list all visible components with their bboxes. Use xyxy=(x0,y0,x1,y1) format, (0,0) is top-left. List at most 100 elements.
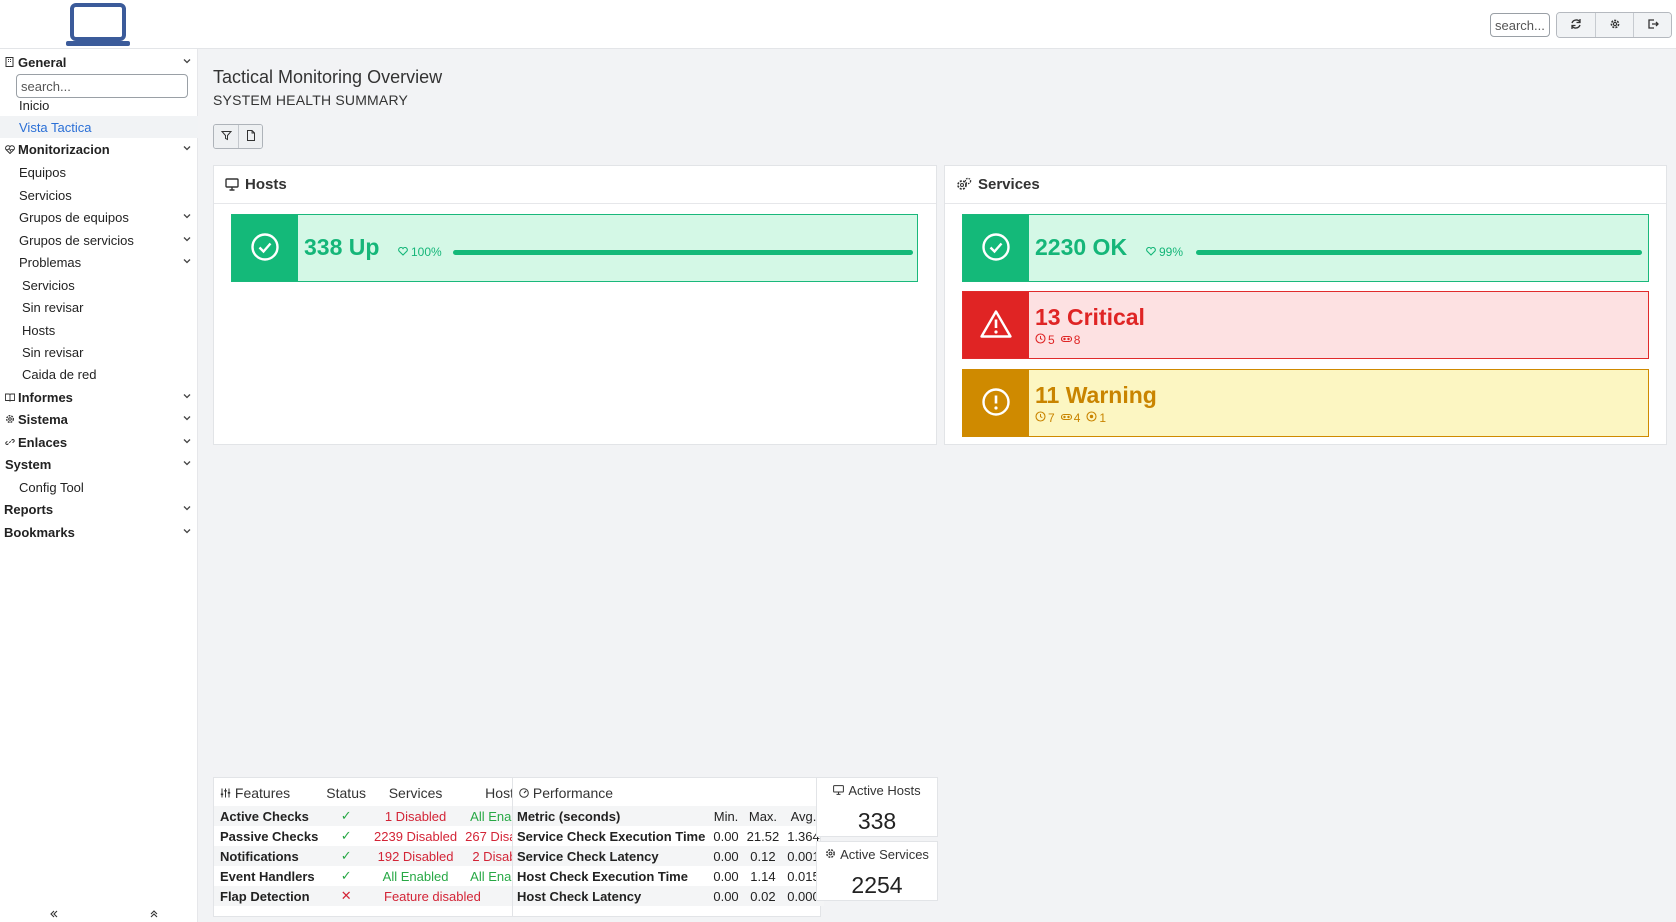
sidebar-section-sistema[interactable]: Sistema xyxy=(0,408,198,430)
hosts-panel: Hosts 338 Up 100% xyxy=(213,165,937,445)
sidebar-item-config-tool[interactable]: Config Tool xyxy=(0,476,198,498)
hosts-up-body: 338 Up 100% xyxy=(298,215,917,281)
hosts-up-count: 338 Up xyxy=(304,234,380,260)
export-button[interactable] xyxy=(238,125,262,148)
hosts-up-progress-track xyxy=(453,250,913,255)
double-chevron-left-icon xyxy=(50,906,58,921)
warning-triangle-icon xyxy=(979,309,1013,342)
gear-icon xyxy=(825,847,836,862)
sidebar-section-monitorizacion[interactable]: Monitorizacion xyxy=(0,138,198,160)
warning-downtime-count: 4 xyxy=(1073,411,1081,425)
link-icon xyxy=(3,437,16,447)
sidebar-section-general[interactable]: General xyxy=(0,51,198,73)
sidebar-item-label: Sin revisar xyxy=(22,344,84,360)
active-services-label-row: Active Services xyxy=(817,847,937,862)
sidebar-item-caida-de-red[interactable]: Caida de red xyxy=(0,363,198,385)
perf-max: 1.14 xyxy=(750,868,776,884)
services-ok-progress-track xyxy=(1196,250,1646,255)
gear-icon xyxy=(3,414,16,424)
status-header: Status xyxy=(326,785,366,801)
check-circle-icon xyxy=(250,232,280,265)
performance-panel: Performance Metric (seconds) Min. Max. A… xyxy=(512,777,824,917)
sidebar-section-enlaces[interactable]: Enlaces xyxy=(0,431,198,453)
sidebar-item-servicios[interactable]: Servicios xyxy=(0,184,198,206)
chevron-down-icon xyxy=(182,234,192,244)
book-icon xyxy=(3,393,16,402)
hosts-up-icon-cell xyxy=(232,215,298,281)
sidebar-item-problemas-hosts[interactable]: Hosts xyxy=(0,319,198,341)
logout-button[interactable] xyxy=(1633,13,1671,37)
sidebar-item-label: Grupos de servicios xyxy=(19,232,134,248)
perf-metric-name: Host Check Execution Time xyxy=(517,868,688,884)
features-row: Notifications ✓ 192 Disabled 2 Disabled xyxy=(214,846,546,866)
sidebar-item-grupos-de-servicios[interactable]: Grupos de servicios xyxy=(0,229,198,251)
warning-ack-count: 1 xyxy=(1099,411,1107,425)
feature-services-state[interactable]: 192 Disabled xyxy=(370,846,462,866)
top-search-input[interactable] xyxy=(1490,13,1550,37)
max-column-header: Max. xyxy=(742,806,784,826)
sidebar-item-problemas-servicios[interactable]: Servicios xyxy=(0,274,198,296)
services-warning-breakdown: 7 4 1 xyxy=(1035,411,1106,425)
feature-name: Event Handlers xyxy=(220,868,315,884)
sidebar-section-system[interactable]: System xyxy=(0,453,198,475)
services-critical-box[interactable]: 13 Critical 5 8 xyxy=(962,291,1649,359)
services-ok-body: 2230 OK 99% xyxy=(1029,215,1648,281)
sidebar-item-hosts-sin-revisar[interactable]: Sin revisar xyxy=(0,341,198,363)
services-warning-count: 11 Warning xyxy=(1035,382,1157,408)
scroll-top-button[interactable] xyxy=(147,906,161,920)
collapse-sidebar-button[interactable] xyxy=(47,906,61,920)
refresh-button[interactable] xyxy=(1557,13,1595,37)
settings-button[interactable] xyxy=(1595,13,1633,37)
services-ok-icon-cell xyxy=(963,215,1029,281)
feature-services-state[interactable]: 1 Disabled xyxy=(370,806,462,826)
performance-title: Performance xyxy=(532,785,614,801)
filter-button[interactable] xyxy=(214,125,238,148)
sidebar-section-label: System xyxy=(5,456,52,472)
services-panel: Services 2230 OK 99% 13 Critical 5 8 11 … xyxy=(944,165,1667,445)
document-icon xyxy=(246,129,256,144)
sidebar-item-label: Hosts xyxy=(22,322,56,338)
services-ok-progress-bar xyxy=(1196,250,1642,255)
acknowledged-icon xyxy=(1086,411,1097,425)
sidebar-item-servicios-sin-revisar[interactable]: Sin revisar xyxy=(0,296,198,318)
chevron-down-icon xyxy=(182,211,192,221)
sidebar-section-reports[interactable]: Reports xyxy=(0,498,198,520)
performance-row: Service Check Execution Time 0.00 21.52 1.3… xyxy=(513,826,824,846)
clock-icon xyxy=(1035,333,1046,347)
active-hosts-box[interactable]: Active Hosts 338 xyxy=(816,777,938,837)
services-ok-box[interactable]: 2230 OK 99% xyxy=(962,214,1649,282)
heart-icon xyxy=(1146,245,1156,259)
sidebar-section-bookmarks[interactable]: Bookmarks xyxy=(0,521,198,543)
critical-downtime-count: 8 xyxy=(1073,333,1081,347)
sidebar-item-equipos[interactable]: Equipos xyxy=(0,161,198,183)
gear-icon xyxy=(1609,18,1621,33)
performance-row: Service Check Latency 0.00 0.12 0.001 xyxy=(513,846,824,866)
features-row: Event Handlers ✓ All Enabled All Enabled xyxy=(214,866,545,886)
active-services-box[interactable]: Active Services 2254 xyxy=(816,841,938,901)
sidebar-item-label: Inicio xyxy=(19,97,50,113)
sidebar-item-inicio[interactable]: Inicio xyxy=(0,94,198,116)
building-icon xyxy=(3,57,16,67)
sidebar-item-label: Config Tool xyxy=(19,479,84,495)
hosts-up-box[interactable]: 338 Up 100% xyxy=(231,214,918,282)
sidebar-item-label: Grupos de equipos xyxy=(19,209,129,225)
feature-services-state[interactable]: 2239 Disabled xyxy=(370,826,461,846)
features-table: Features Status Services Hosts Active Ch… xyxy=(214,780,546,906)
hosts-up-pct: 100% xyxy=(398,245,442,259)
main-content: Tactical Monitoring Overview SYSTEM HEAL… xyxy=(199,49,1676,922)
sidebar-item-problemas[interactable]: Problemas xyxy=(0,251,198,273)
clock-icon xyxy=(1035,411,1046,425)
sidebar-section-informes[interactable]: Informes xyxy=(0,386,198,408)
sidebar-item-vista-tactica[interactable]: Vista Tactica xyxy=(0,116,198,138)
feature-services-state[interactable]: All Enabled xyxy=(370,866,461,886)
feature-status: ✓ xyxy=(322,806,370,826)
laptop-logo-icon[interactable] xyxy=(66,3,130,47)
toolbar xyxy=(213,124,263,149)
double-chevron-up-icon xyxy=(150,906,158,921)
top-button-group xyxy=(1556,12,1672,38)
sidebar-item-grupos-de-equipos[interactable]: Grupos de equipos xyxy=(0,206,198,228)
feature-status: ✓ xyxy=(322,846,370,866)
services-warning-box[interactable]: 11 Warning 7 4 1 xyxy=(962,369,1649,437)
downtime-icon xyxy=(1060,333,1072,347)
chevron-down-icon xyxy=(182,143,192,153)
